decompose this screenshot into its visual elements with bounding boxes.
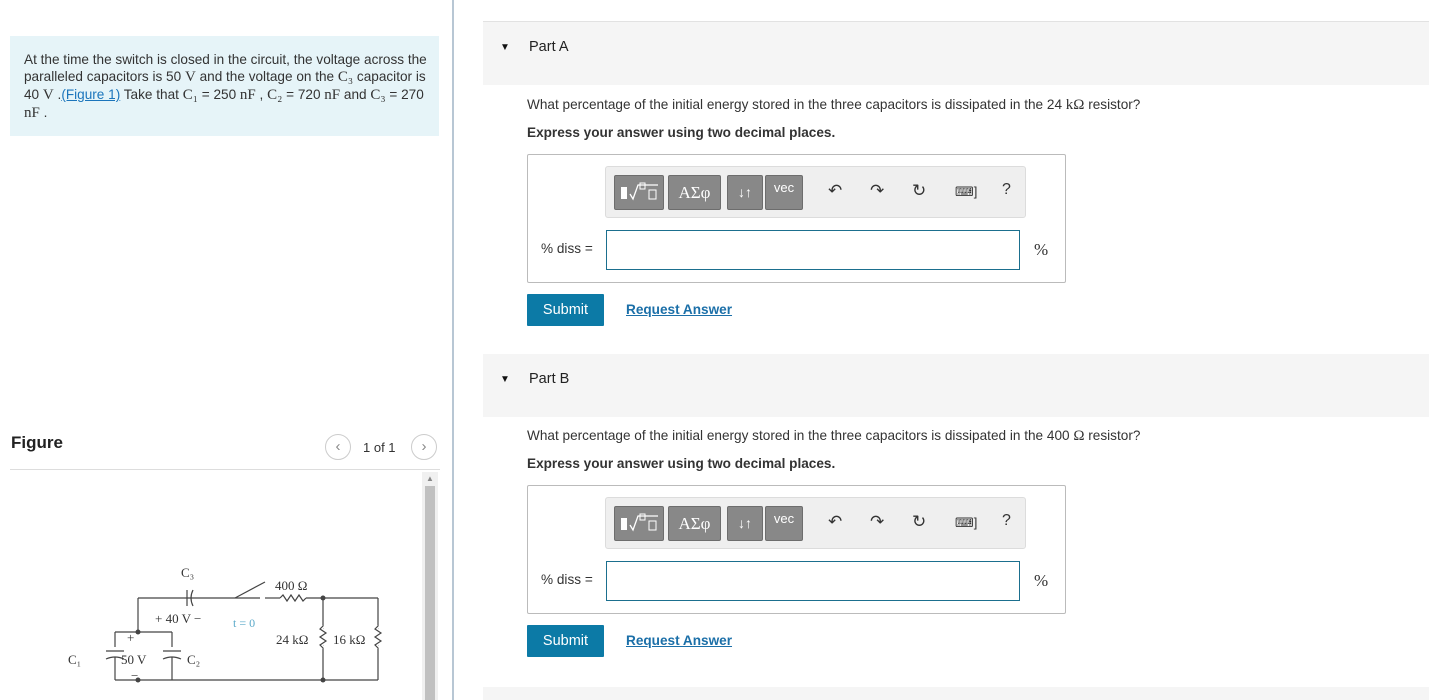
redo-icon[interactable]: ↷	[870, 181, 884, 201]
label-plus: +	[127, 630, 134, 645]
label-minus: −	[131, 668, 138, 683]
label-16k: 16 kΩ	[333, 632, 365, 647]
answer-label: % diss =	[541, 572, 593, 587]
vector-button[interactable]: vec	[765, 506, 803, 541]
problem-math: C₁	[182, 87, 198, 103]
figure-counter: 1 of 1	[363, 440, 396, 455]
request-answer-link[interactable]: Request Answer	[626, 633, 732, 648]
part-a-question: What percentage of the initial energy st…	[527, 97, 1140, 114]
question-text-end: resistor?	[1084, 97, 1141, 112]
answer-input[interactable]	[606, 230, 1020, 270]
question-text: What percentage of the initial energy st…	[527, 97, 1066, 112]
collapse-triangle-icon[interactable]: ▼	[500, 374, 510, 385]
collapse-triangle-icon[interactable]: ▼	[500, 42, 510, 53]
fraction-sqrt-template-icon[interactable]	[614, 506, 664, 541]
submit-button[interactable]: Submit	[527, 625, 604, 657]
part-b-header[interactable]: ▼ Part B	[483, 354, 1429, 417]
left-panel: At the time the switch is closed in the …	[0, 0, 454, 700]
problem-math: nF	[324, 87, 341, 103]
problem-text-segment: = 250	[197, 87, 240, 102]
greek-symbols-button[interactable]: ΑΣφ	[668, 506, 721, 541]
answer-label: % diss =	[541, 241, 593, 256]
problem-math: V	[42, 87, 54, 103]
label-50v: 50 V	[121, 652, 147, 667]
label-c1: C₁	[68, 652, 81, 667]
problem-text-segment: = 720	[282, 87, 325, 102]
figure-scrollbar[interactable]: ▲	[422, 472, 438, 700]
reset-icon[interactable]: ↻	[912, 512, 926, 532]
question-text: What percentage of the initial energy st…	[527, 428, 1074, 443]
part-a-header[interactable]: ▼ Part A	[483, 22, 1429, 85]
help-button[interactable]: ?	[1002, 181, 1011, 199]
part-a-answer-box: ΑΣφ ↓↑ vec ↶ ↷ ↻ ⌨] ? % diss = %	[527, 154, 1066, 283]
next-part-header	[483, 687, 1429, 700]
label-c2: C₂	[187, 652, 200, 667]
circuit-diagram: C₃ + 40 V − t = 0 400 Ω 24 kΩ 16 kΩ C₁ 5…	[68, 565, 385, 683]
subscript-superscript-button[interactable]: ↓↑	[727, 175, 763, 210]
greek-symbols-button[interactable]: ΑΣφ	[668, 175, 721, 210]
part-a-instruction: Express your answer using two decimal pl…	[527, 125, 836, 140]
figure-title: Figure	[11, 433, 63, 452]
math-toolbar: ΑΣφ ↓↑ vec ↶ ↷ ↻ ⌨] ?	[605, 497, 1026, 549]
redo-icon[interactable]: ↷	[870, 512, 884, 532]
answer-input[interactable]	[606, 561, 1020, 601]
scroll-up-icon[interactable]: ▲	[422, 474, 438, 484]
label-t0: t = 0	[233, 616, 255, 630]
label-40v: + 40 V −	[155, 611, 201, 626]
part-b-question: What percentage of the initial energy st…	[527, 428, 1140, 445]
problem-text-segment: = 270	[385, 87, 424, 102]
problem-text: At the time the switch is closed in the …	[24, 52, 427, 121]
problem-statement: At the time the switch is closed in the …	[10, 36, 439, 136]
problem-text-segment: Take that	[120, 87, 183, 102]
subscript-superscript-button[interactable]: ↓↑	[727, 506, 763, 541]
submit-button[interactable]: Submit	[527, 294, 604, 326]
reset-icon[interactable]: ↻	[912, 181, 926, 201]
question-unit: kΩ	[1065, 97, 1085, 113]
math-toolbar: ΑΣφ ↓↑ vec ↶ ↷ ↻ ⌨] ?	[605, 166, 1026, 218]
answer-unit: %	[1034, 571, 1049, 590]
problem-math: nF	[24, 105, 40, 121]
problem-math: C₃	[370, 87, 386, 103]
question-text-end: resistor?	[1084, 428, 1141, 443]
problem-text-segment: ,	[255, 87, 268, 102]
problem-text-segment: and	[340, 87, 371, 102]
part-b-label: Part B	[529, 371, 570, 387]
part-b-instruction: Express your answer using two decimal pl…	[527, 456, 836, 471]
problem-text-segment: .	[39, 105, 48, 120]
request-answer-link[interactable]: Request Answer	[626, 302, 732, 317]
question-unit: Ω	[1073, 428, 1085, 444]
part-b-answer-box: ΑΣφ ↓↑ vec ↶ ↷ ↻ ⌨] ? % diss = %	[527, 485, 1066, 614]
problem-math: C₂	[267, 87, 283, 103]
problem-text-segment: and the voltage on the	[195, 69, 338, 84]
undo-icon[interactable]: ↶	[828, 181, 842, 201]
chevron-left-icon[interactable]: ‹	[325, 434, 351, 460]
fraction-sqrt-template-icon[interactable]	[614, 175, 664, 210]
label-400: 400 Ω	[275, 578, 307, 593]
help-button[interactable]: ?	[1002, 512, 1011, 530]
part-a-label: Part A	[529, 39, 569, 55]
keyboard-icon[interactable]: ⌨]	[955, 515, 977, 531]
label-24k: 24 kΩ	[276, 632, 308, 647]
label-c3: C₃	[181, 565, 194, 580]
figure-link[interactable]: (Figure 1)	[61, 87, 120, 102]
figure-divider	[10, 469, 440, 470]
column-divider	[452, 0, 454, 700]
problem-math: nF	[239, 87, 256, 103]
vector-button[interactable]: vec	[765, 175, 803, 210]
chevron-right-icon[interactable]: ›	[411, 434, 437, 460]
scrollbar-thumb[interactable]	[425, 486, 435, 700]
undo-icon[interactable]: ↶	[828, 512, 842, 532]
problem-math: C₃	[337, 69, 354, 85]
problem-math: V	[184, 69, 196, 85]
keyboard-icon[interactable]: ⌨]	[955, 184, 977, 200]
answer-unit: %	[1034, 240, 1049, 259]
